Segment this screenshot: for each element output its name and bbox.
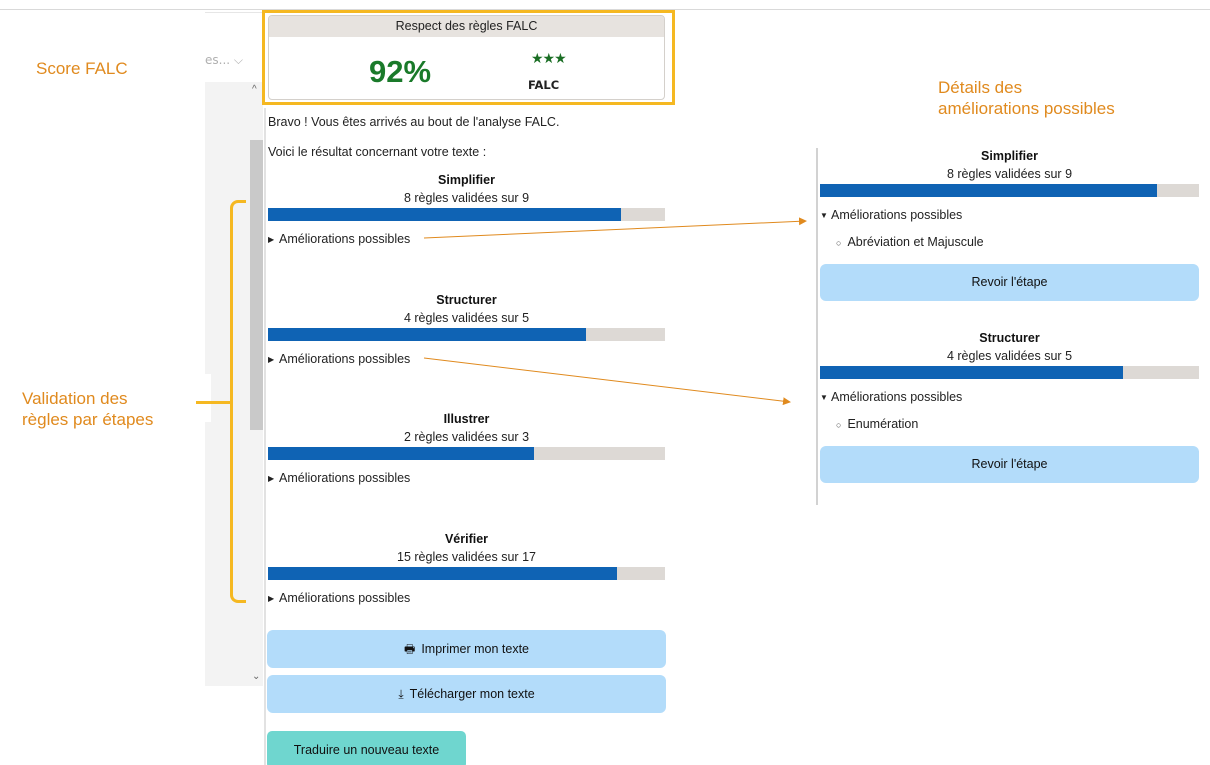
annotation-arrows (423, 217, 807, 406)
arrow-simplifier (423, 217, 807, 239)
arrow-structurer (423, 357, 791, 406)
